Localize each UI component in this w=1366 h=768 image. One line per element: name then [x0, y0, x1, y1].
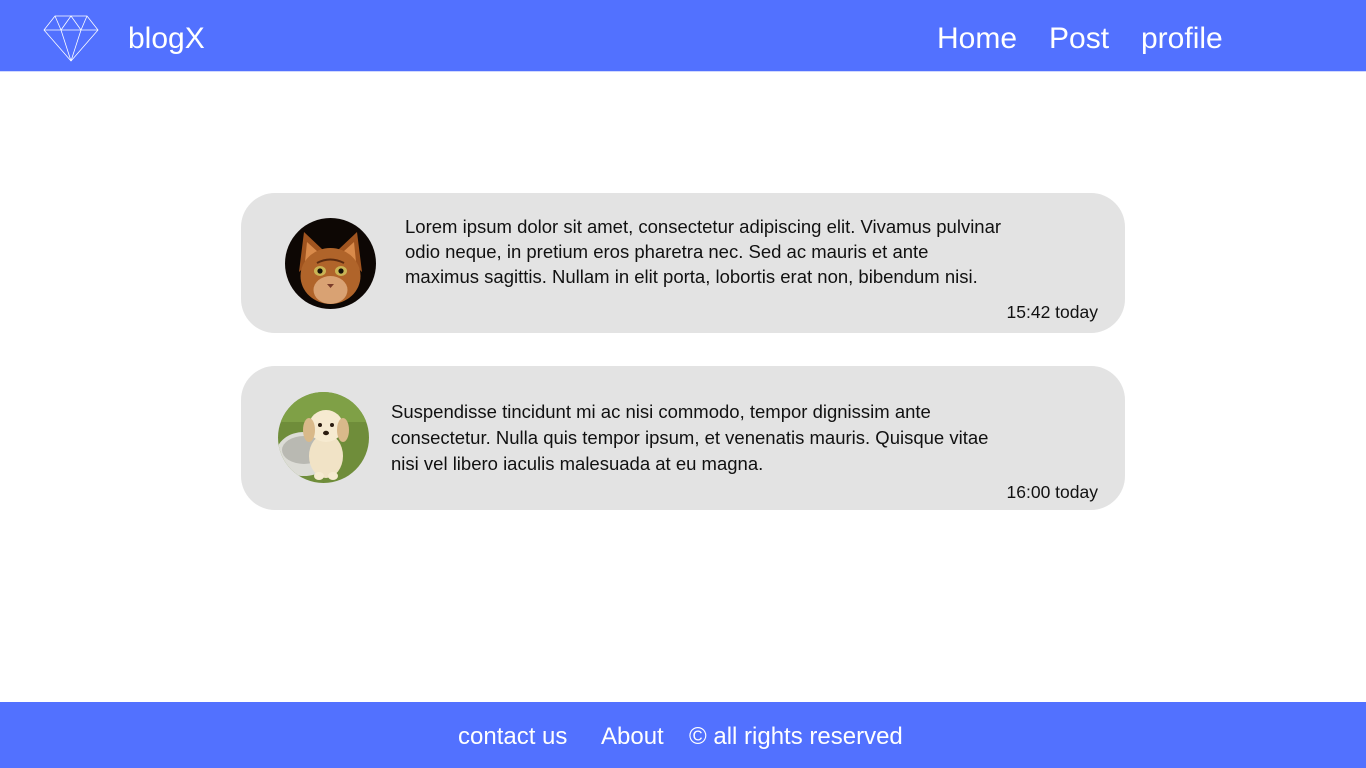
copyright-text: © all rights reserved — [689, 723, 903, 750]
page: blogX Home Post profile Lorem ipsum dolo… — [0, 0, 1366, 768]
post-text: Suspendisse tincidunt mi ac nisi commodo… — [391, 401, 989, 474]
nav-home-link[interactable]: Home — [937, 19, 1017, 59]
post-card: Suspendisse tincidunt mi ac nisi commodo… — [241, 366, 1125, 510]
post-timestamp: 15:42 today — [1006, 302, 1098, 322]
footer-bar: contact us About © all rights reserved — [0, 702, 1366, 768]
post-text: Lorem ipsum dolor sit amet, consectetur … — [405, 216, 1002, 287]
contact-us-link[interactable]: contact us — [458, 722, 567, 752]
nav-post-link[interactable]: Post — [1049, 19, 1109, 59]
kitten-avatar — [285, 218, 376, 309]
puppy-avatar — [278, 392, 369, 483]
nav-profile-link[interactable]: profile — [1141, 19, 1223, 59]
brand-name[interactable]: blogX — [128, 19, 205, 59]
diamond-logo-icon[interactable] — [43, 14, 99, 62]
post-card: Lorem ipsum dolor sit amet, consectetur … — [241, 193, 1125, 333]
top-nav-bar: blogX Home Post profile — [0, 0, 1366, 72]
post-timestamp: 16:00 today — [1006, 482, 1098, 502]
about-link[interactable]: About — [601, 722, 664, 752]
